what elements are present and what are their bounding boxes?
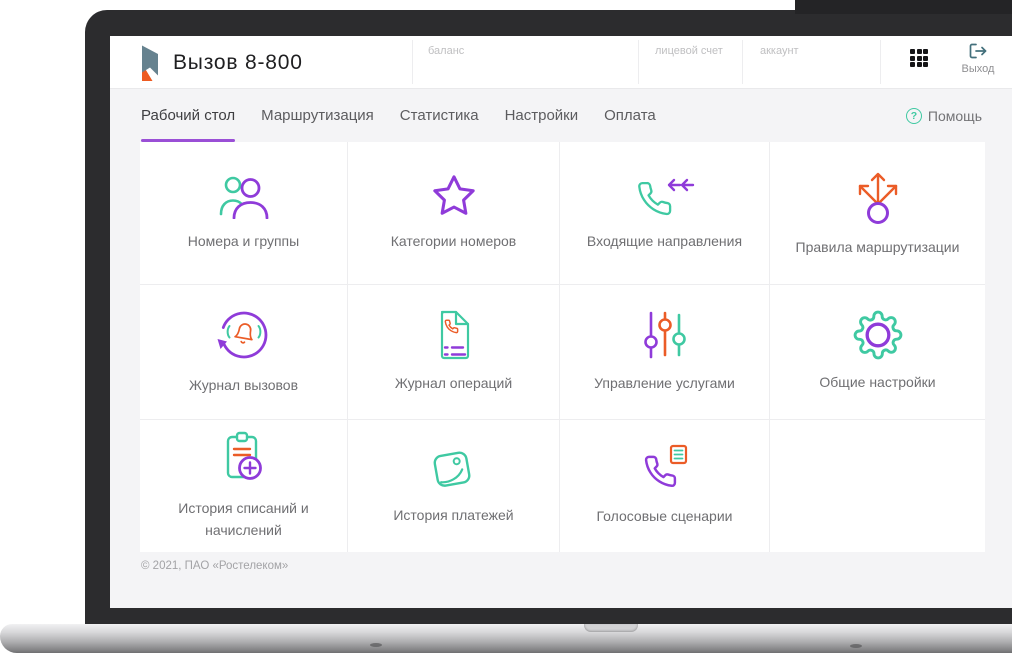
- personal-account-label: лицевой счет: [655, 45, 723, 57]
- screen: Вызов 8-800 баланс лицевой счет аккаунт: [110, 36, 1012, 608]
- balance-label: баланс: [428, 45, 465, 57]
- copyright-text: © 2021, ПАО «Ростелеком»: [141, 560, 289, 572]
- tile-label: История списаний и начислений: [178, 500, 309, 538]
- tile-number-categories[interactable]: Категории номеров: [348, 142, 560, 285]
- tab-list: Рабочий стол Маршрутизация Статистика На…: [141, 89, 656, 142]
- tile-label: Голосовые сценарии: [596, 508, 733, 525]
- help-label: Помощь: [927, 107, 982, 124]
- logout-icon: [969, 43, 987, 59]
- users-icon: [219, 176, 268, 220]
- dashboard-grid: Номера и группы Категории номеров Входящ…: [140, 142, 985, 552]
- header-separator: [638, 40, 639, 84]
- tile-call-log[interactable]: Журнал вызовов: [140, 285, 348, 420]
- apps-grid-icon: [910, 49, 915, 54]
- incoming-call-icon: [637, 178, 694, 216]
- tile-general-settings[interactable]: Общие настройки: [770, 285, 985, 420]
- laptop-bezel: Вызов 8-800 баланс лицевой счет аккаунт: [85, 10, 1012, 625]
- clipboard-plus-icon: [226, 432, 262, 481]
- tile-label: Журнал вызовов: [188, 377, 299, 394]
- account-label: аккаунт: [760, 45, 799, 57]
- nav-bar: Рабочий стол Маршрутизация Статистика На…: [110, 89, 1012, 142]
- tile-charges-history[interactable]: История списаний и начислений: [140, 420, 348, 552]
- tile-label: История платежей: [393, 507, 514, 524]
- tile-payments-history[interactable]: История платежей: [348, 420, 560, 552]
- tile-label: Управление услугами: [594, 375, 735, 392]
- tile-label: Категории номеров: [390, 233, 517, 250]
- app-header: Вызов 8-800 баланс лицевой счет аккаунт: [110, 36, 1012, 89]
- header-separator: [412, 40, 413, 84]
- voice-script-icon: [644, 445, 687, 488]
- laptop-lid-notch: [584, 624, 638, 632]
- star-icon: [432, 175, 475, 215]
- tab-dashboard[interactable]: Рабочий стол: [141, 89, 236, 142]
- header-separator: [880, 40, 881, 84]
- tile-label: Общие настройки: [819, 374, 936, 391]
- wallet-icon: [433, 451, 470, 487]
- tile-incoming-directions[interactable]: Входящие направления: [560, 142, 770, 285]
- empty-grid-cell: [770, 420, 985, 552]
- tile-voice-scenarios[interactable]: Голосовые сценарии: [560, 420, 770, 552]
- laptop-foot: [370, 643, 382, 647]
- logout-button[interactable]: Выход: [946, 43, 1010, 75]
- tile-numbers-groups[interactable]: Номера и группы: [140, 142, 348, 285]
- tab-routing[interactable]: Маршрутизация: [261, 89, 374, 142]
- help-icon: ?: [905, 107, 922, 124]
- operations-log-icon: [440, 311, 469, 360]
- call-log-icon: [217, 311, 267, 359]
- tab-statistics[interactable]: Статистика: [400, 89, 479, 142]
- tile-service-management[interactable]: Управление услугами: [560, 285, 770, 420]
- routing-arrows-icon: [858, 172, 897, 225]
- brand-logo[interactable]: Вызов 8-800: [141, 44, 303, 82]
- tile-label: Журнал операций: [394, 375, 513, 392]
- header-separator: [742, 40, 743, 84]
- sliders-icon: [643, 311, 686, 359]
- tile-label: Входящие направления: [586, 233, 743, 250]
- rostelecom-logo-icon: [142, 45, 158, 81]
- bezel-extension: [795, 0, 1012, 14]
- brand-title: Вызов 8-800: [173, 51, 303, 74]
- gear-icon: [853, 310, 902, 360]
- apps-grid-button[interactable]: [910, 49, 930, 69]
- laptop-foot: [850, 644, 862, 648]
- tile-operations-log[interactable]: Журнал операций: [348, 285, 560, 420]
- tile-label: Правила маршрутизации: [795, 239, 960, 256]
- tab-settings[interactable]: Настройки: [505, 89, 579, 142]
- tile-label: Номера и группы: [187, 233, 300, 250]
- tile-routing-rules[interactable]: Правила маршрутизации: [770, 142, 985, 285]
- help-link[interactable]: ? Помощь: [905, 89, 982, 142]
- tab-payment[interactable]: Оплата: [604, 89, 656, 142]
- laptop-base: [0, 624, 1012, 653]
- logout-label: Выход: [961, 63, 995, 75]
